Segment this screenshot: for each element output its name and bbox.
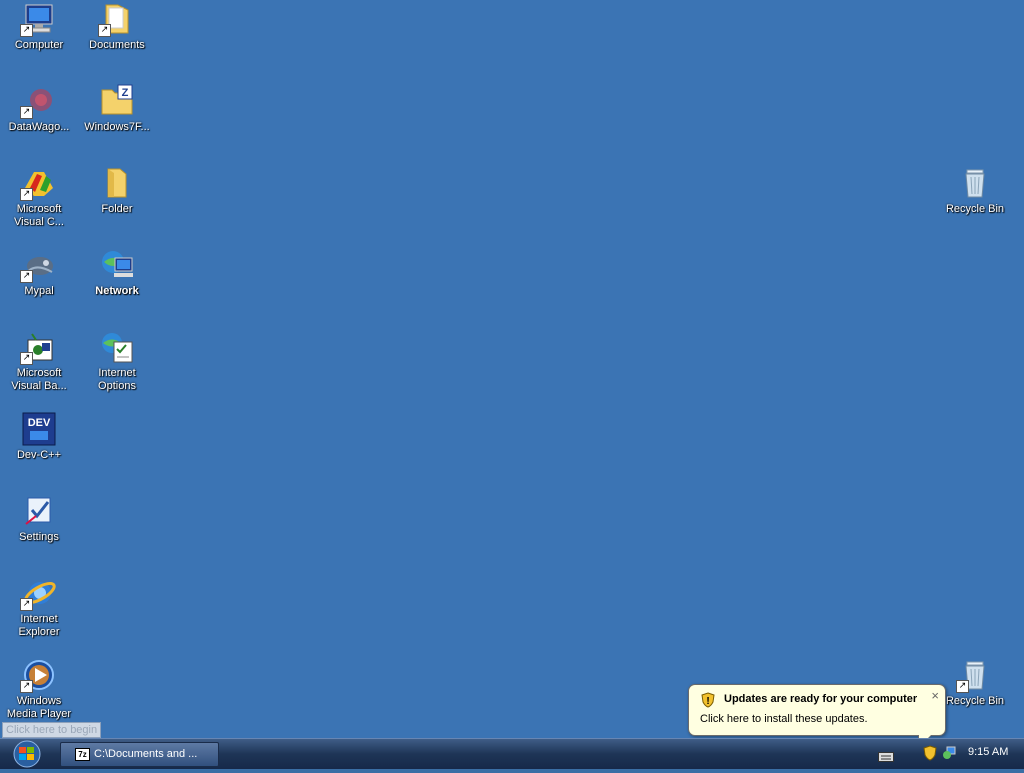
network-icon xyxy=(100,248,134,282)
network-tray-icon[interactable] xyxy=(942,746,956,765)
desktop-icon-label: Microsoft Visual Ba... xyxy=(11,367,67,392)
internet-options-icon xyxy=(100,330,134,364)
desktop-icon-label: Dev-C++ xyxy=(16,449,62,461)
media-player-icon: ↗ xyxy=(20,658,56,693)
recycle-bin-icon: ↗ xyxy=(956,658,992,693)
keyboard-icon[interactable] xyxy=(878,749,894,767)
desktop-icon-internet-options[interactable]: Internet Options xyxy=(78,330,156,393)
desktop-icon-network[interactable]: Network xyxy=(78,248,156,298)
shield-update-icon: ! xyxy=(700,692,716,713)
svg-text:Z: Z xyxy=(122,87,129,99)
dev-cpp-icon: DEV xyxy=(22,412,56,446)
shield-update-icon[interactable] xyxy=(923,745,937,766)
internet-explorer-icon: ↗ xyxy=(20,576,56,611)
folder-icon xyxy=(100,166,134,200)
windows-orb-icon xyxy=(13,740,41,768)
desktop-icon-label: Documents xyxy=(89,39,145,51)
taskbar: 7z C:\Documents and ... 9:15 AM xyxy=(0,738,1024,769)
start-button[interactable] xyxy=(3,740,47,768)
desktop-icon-recycle-bin[interactable]: Recycle Bin xyxy=(936,166,1014,216)
desktop-icon-folder[interactable]: Folder xyxy=(78,166,156,216)
desktop-icon-label: DataWago... xyxy=(8,121,70,133)
desktop[interactable]: ↗ Computer ↗ DataWago... ↗ Microsoft Vis… xyxy=(0,0,1024,749)
recycle-bin-icon xyxy=(958,166,992,200)
desktop-icon-msvc[interactable]: ↗ Microsoft Visual C... xyxy=(0,166,78,229)
desktop-icon-label: Windows7F... xyxy=(84,121,150,133)
desktop-icon-computer[interactable]: ↗ Computer xyxy=(0,2,78,52)
desktop-icon-label: Recycle Bin xyxy=(945,695,1005,707)
desktop-icon-label: Network xyxy=(95,285,139,297)
7zip-icon: 7z xyxy=(75,748,90,761)
desktop-icon-label: Internet Explorer xyxy=(18,613,60,638)
desktop-icon-label: Mypal xyxy=(24,285,54,297)
desktop-icon-windows7f[interactable]: Z Windows7F... xyxy=(78,84,156,134)
close-icon[interactable]: × xyxy=(931,688,939,703)
computer-icon: ↗ xyxy=(20,2,56,37)
datawago-icon: ↗ xyxy=(20,84,56,119)
desktop-icon-label: Recycle Bin xyxy=(945,203,1005,215)
desktop-icon-wmp[interactable]: ↗ Windows Media Player xyxy=(0,658,78,721)
desktop-icon-label: Windows Media Player xyxy=(6,695,72,720)
taskbar-button-explorer[interactable]: 7z C:\Documents and ... xyxy=(60,742,219,767)
settings-icon xyxy=(22,494,56,528)
desktop-icon-label: Settings xyxy=(19,531,59,543)
desktop-icon-settings[interactable]: Settings xyxy=(0,494,78,544)
svg-text:!: ! xyxy=(706,696,709,707)
desktop-icon-msvb[interactable]: ↗ Microsoft Visual Ba... xyxy=(0,330,78,393)
update-notification-balloon[interactable]: ! Updates are ready for your computer Cl… xyxy=(688,684,946,749)
taskbar-clock[interactable]: 9:15 AM xyxy=(968,746,1008,758)
desktop-icon-label: Microsoft Visual C... xyxy=(14,203,64,228)
taskbar-button-label: C:\Documents and ... xyxy=(94,748,198,760)
balloon-title: Updates are ready for your computer xyxy=(724,693,918,705)
balloon-body[interactable]: Click here to install these updates. xyxy=(700,713,868,725)
visual-c-icon: ↗ xyxy=(20,166,56,201)
desktop-icon-ie[interactable]: ↗ Internet Explorer xyxy=(0,576,78,639)
desktop-icon-label: Internet Options xyxy=(98,367,136,392)
mypal-icon: ↗ xyxy=(20,248,56,283)
desktop-icon-documents[interactable]: ↗ Documents xyxy=(78,2,156,52)
desktop-icon-label: Computer xyxy=(14,39,64,51)
desktop-icon-datawago[interactable]: ↗ DataWago... xyxy=(0,84,78,134)
folder-documents-icon: ↗ xyxy=(98,2,134,37)
svg-text:DEV: DEV xyxy=(28,417,51,429)
visual-basic-icon: ↗ xyxy=(20,330,56,365)
desktop-icon-recycle-bin-shortcut[interactable]: ↗ Recycle Bin xyxy=(936,658,1014,708)
start-tooltip: Click here to begin xyxy=(2,722,102,738)
desktop-icon-devcpp[interactable]: DEV Dev-C++ xyxy=(0,412,78,462)
desktop-icon-label: Folder xyxy=(101,203,133,215)
zip-folder-icon: Z xyxy=(100,84,134,118)
desktop-icon-mypal[interactable]: ↗ Mypal xyxy=(0,248,78,298)
